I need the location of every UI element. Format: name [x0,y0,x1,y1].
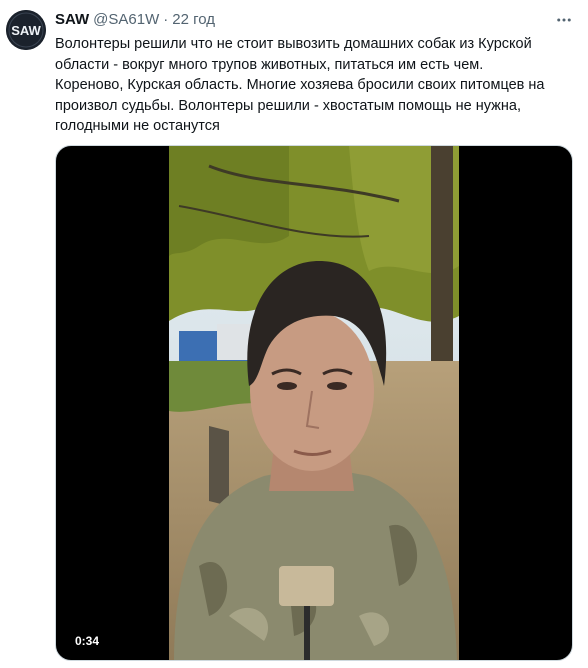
vest-buckle [279,566,334,606]
tweet-text: Волонтеры решили что не стоит вывозить д… [55,34,575,137]
tweet-text-line: области - вокруг много трупов животных, … [55,56,484,73]
fence [209,426,229,506]
author-display-name[interactable]: SAW [55,11,89,28]
more-horizontal-icon [557,18,571,22]
tweet-header: SAW @SA61W · 22 год [55,11,538,31]
tweet-timestamp[interactable]: 22 год [172,11,215,28]
tweet[interactable]: SAW SAW @SA61W · 22 год Волонтеры решили… [0,0,588,668]
video-player[interactable]: 0:34 [55,145,573,661]
tweet-text-line: произвол судьбы. Волонтеры решили - хвос… [55,97,521,114]
tweet-text-line: Кореново, Курская область. Многие хозяев… [55,77,545,93]
avatar[interactable]: SAW [6,10,46,50]
tweet-text-line: Волонтеры решили что не стоит вывозить д… [55,36,532,52]
avatar-text: SAW [11,23,41,38]
separator-dot: · [163,11,169,28]
tweet-text-line: голодными не останутся [55,118,220,134]
video-thumbnail[interactable] [169,146,459,660]
author-handle[interactable]: @SA61W [93,11,159,28]
video-frame-illustration [169,146,459,660]
video-duration: 0:34 [70,632,105,650]
saw-logo-avatar: SAW [6,10,46,50]
more-options-button[interactable] [548,10,580,30]
